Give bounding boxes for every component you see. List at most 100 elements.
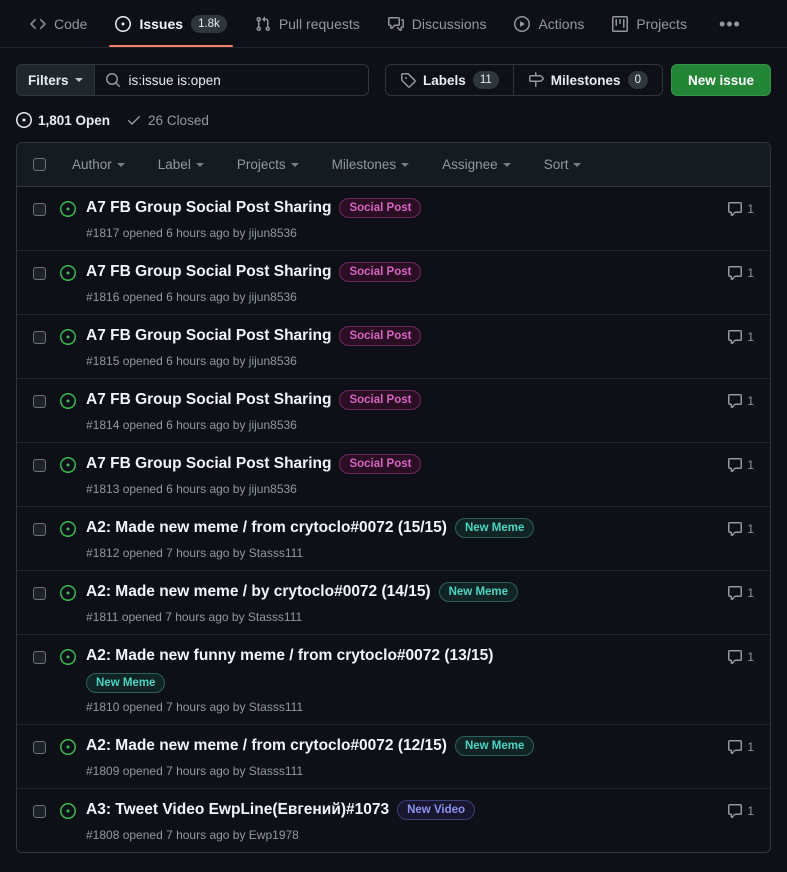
issue-label[interactable]: New Video: [397, 800, 476, 820]
issue-title-link[interactable]: A7 FB Group Social Post Sharing: [86, 325, 331, 347]
search-input[interactable]: is:issue is:open: [94, 65, 369, 95]
comment-icon: [727, 201, 743, 217]
issue-checkbox[interactable]: [33, 459, 46, 472]
issue-checkbox[interactable]: [33, 267, 46, 280]
issue-comment-count[interactable]: 1: [717, 649, 754, 665]
nav-more-icon[interactable]: •••: [705, 15, 755, 33]
header-filter-sort[interactable]: Sort: [544, 157, 615, 172]
milestones-button-label: Milestones: [550, 72, 621, 88]
issue-label[interactable]: New Meme: [438, 582, 519, 602]
issue-checkbox[interactable]: [33, 203, 46, 216]
check-icon: [126, 112, 142, 128]
search-icon: [105, 72, 121, 88]
comment-icon: [727, 649, 743, 665]
filters-button[interactable]: Filters: [17, 65, 95, 95]
tab-code[interactable]: Code: [16, 1, 101, 47]
tab-discussions[interactable]: Discussions: [374, 1, 501, 47]
header-filter-label: Milestones: [331, 157, 397, 172]
issue-comment-count[interactable]: 1: [717, 803, 754, 819]
comment-icon: [727, 585, 743, 601]
issue-comment-count[interactable]: 1: [717, 329, 754, 345]
chevron-down-icon: [502, 162, 511, 167]
new-issue-button[interactable]: New issue: [670, 64, 771, 96]
issue-label[interactable]: Social Post: [339, 454, 422, 474]
issue-title-line: A7 FB Group Social Post Sharing Social Po…: [86, 325, 717, 347]
comment-count-value: 1: [747, 804, 754, 818]
labels-button[interactable]: Labels 11: [386, 65, 513, 95]
issue-content: A2: Made new meme / from crytoclo#0072 (…: [76, 733, 717, 780]
issue-checkbox[interactable]: [33, 587, 46, 600]
issue-row: A7 FB Group Social Post Sharing Social Po…: [17, 442, 770, 506]
tab-pull-requests[interactable]: Pull requests: [241, 1, 374, 47]
issue-comment-count[interactable]: 1: [717, 201, 754, 217]
issue-checkbox[interactable]: [33, 805, 46, 818]
open-issues-filter[interactable]: 1,801 Open: [16, 112, 110, 128]
issue-checkbox[interactable]: [33, 741, 46, 754]
issue-content: A7 FB Group Social Post Sharing Social Po…: [76, 259, 717, 306]
issue-title-link[interactable]: A2: Made new meme / from crytoclo#0072 (…: [86, 517, 447, 539]
issue-title-link[interactable]: A7 FB Group Social Post Sharing: [86, 197, 331, 219]
issue-label[interactable]: New Meme: [454, 518, 535, 538]
search-group: Filters is:issue is:open: [16, 64, 370, 96]
tag-icon: [400, 72, 416, 88]
issue-meta: #1810 opened 7 hours ago by Stasss111: [86, 700, 304, 714]
issue-row: A7 FB Group Social Post Sharing Social Po…: [17, 314, 770, 378]
issue-comment-count[interactable]: 1: [717, 457, 754, 473]
issue-opened-icon: [60, 521, 76, 537]
issue-label[interactable]: Social Post: [339, 198, 422, 218]
issue-label[interactable]: Social Post: [339, 326, 422, 346]
issue-meta: #1811 opened 7 hours ago by Stasss111: [86, 610, 303, 624]
header-filter-author[interactable]: Author: [72, 157, 158, 172]
issue-meta: #1809 opened 7 hours ago by Stasss111: [86, 764, 304, 778]
issue-checkbox[interactable]: [33, 395, 46, 408]
issue-title-line: A2: Made new meme / by crytoclo#0072 (14…: [86, 581, 717, 603]
tab-actions[interactable]: Actions: [500, 1, 598, 47]
issue-row: A2: Made new funny meme / from crytoclo#…: [17, 634, 770, 724]
issue-title-link[interactable]: A3: Tweet Video EwpLine(Евгений)#1073: [86, 799, 389, 821]
issue-content: A2: Made new meme / by crytoclo#0072 (14…: [76, 579, 717, 626]
issue-label[interactable]: New Meme: [86, 673, 166, 693]
issue-label[interactable]: New Meme: [454, 736, 535, 756]
tab-label: Discussions: [411, 15, 487, 32]
issue-title-link[interactable]: A7 FB Group Social Post Sharing: [86, 389, 331, 411]
issue-comment-count[interactable]: 1: [717, 521, 754, 537]
issue-title-link[interactable]: A2: Made new meme / by crytoclo#0072 (14…: [86, 581, 431, 603]
issue-title-link[interactable]: A2: Made new funny meme / from crytoclo#…: [86, 645, 493, 667]
tab-counter: 1.8k: [191, 14, 227, 33]
issue-checkbox[interactable]: [33, 331, 46, 344]
comment-count-value: 1: [747, 586, 754, 600]
tab-projects[interactable]: Projects: [598, 1, 701, 47]
issue-title-link[interactable]: A7 FB Group Social Post Sharing: [86, 261, 331, 283]
issue-title-link[interactable]: A2: Made new meme / from crytoclo#0072 (…: [86, 735, 447, 757]
repo-nav: Code Issues 1.8k Pull requests Discussions Ac…: [0, 0, 787, 48]
select-all-checkbox[interactable]: [33, 158, 46, 171]
header-filter-projects[interactable]: Projects: [237, 157, 332, 172]
new-issue-button-label: New issue: [687, 72, 754, 88]
header-filter-assignee[interactable]: Assignee: [442, 157, 544, 172]
tab-issues[interactable]: Issues 1.8k: [101, 1, 240, 47]
issue-comment-count[interactable]: 1: [717, 739, 754, 755]
issue-comment-count[interactable]: 1: [717, 265, 754, 281]
issue-comment-count[interactable]: 1: [717, 585, 754, 601]
issue-title-line: A3: Tweet Video EwpLine(Евгений)#1073 New…: [86, 799, 717, 821]
milestones-button[interactable]: Milestones 0: [512, 65, 662, 95]
issue-opened-icon: [60, 649, 76, 665]
header-filter-label[interactable]: Label: [158, 157, 237, 172]
closed-issues-filter[interactable]: 26 Closed: [126, 112, 209, 128]
comment-count-value: 1: [747, 266, 754, 280]
issue-checkbox[interactable]: [33, 523, 46, 536]
issue-title-link[interactable]: A7 FB Group Social Post Sharing: [86, 453, 331, 475]
comment-count-value: 1: [747, 394, 754, 408]
tab-label: Actions: [538, 15, 585, 32]
issue-label[interactable]: Social Post: [339, 262, 422, 282]
issue-label[interactable]: Social Post: [339, 390, 422, 410]
issue-list-header: Author Label Projects Milestones Assignee Sor…: [17, 143, 770, 187]
comment-icon: [727, 393, 743, 409]
labels-button-label: Labels: [423, 72, 466, 88]
header-filter-milestones[interactable]: Milestones: [332, 157, 443, 172]
code-icon: [30, 16, 46, 32]
issue-checkbox[interactable]: [33, 651, 46, 664]
chevron-down-icon: [290, 162, 299, 167]
issue-comment-count[interactable]: 1: [717, 393, 754, 409]
issue-meta: #1816 opened 6 hours ago by jijun8536: [86, 290, 297, 304]
